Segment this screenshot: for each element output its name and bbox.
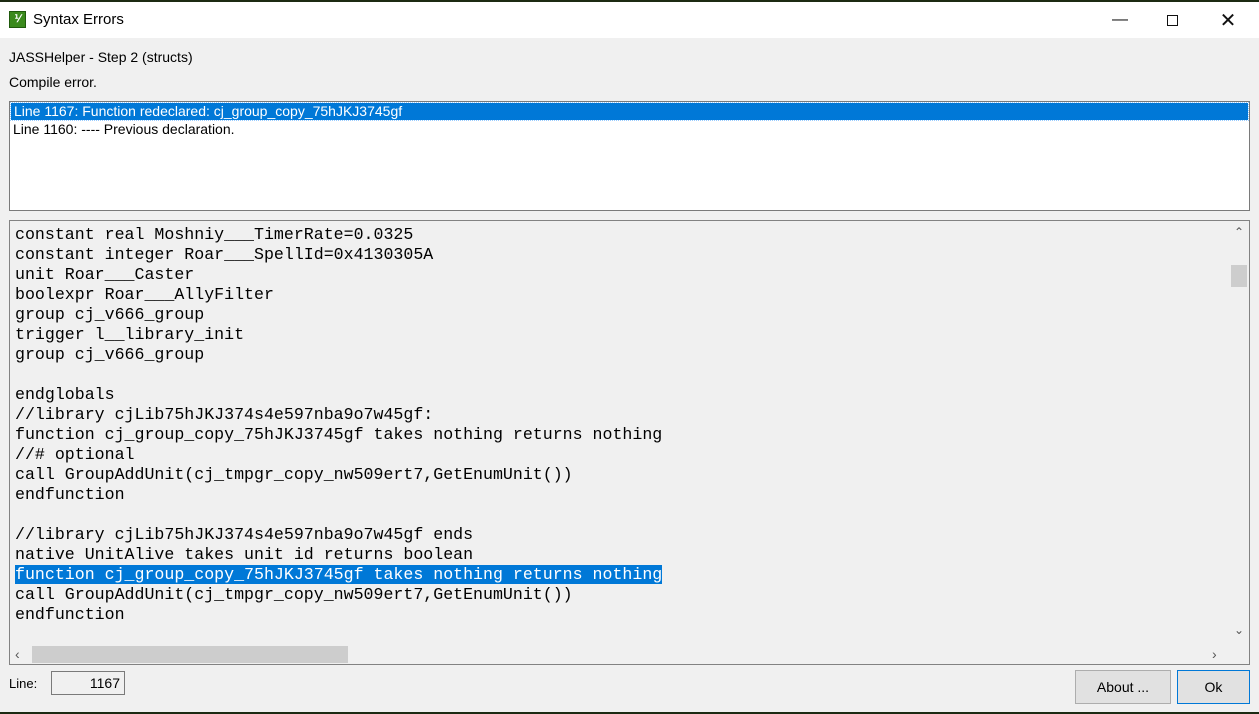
- code-line: native UnitAlive takes unit id returns b…: [15, 545, 662, 565]
- code-line: //library cjLib75hJKJ374s4e597nba9o7w45g…: [15, 525, 662, 545]
- scroll-left-icon[interactable]: ‹: [15, 646, 20, 662]
- code-line: call GroupAddUnit(cj_tmpgr_copy_nw509ert…: [15, 465, 662, 485]
- code-line: //library cjLib75hJKJ374s4e597nba9o7w45g…: [15, 405, 662, 425]
- about-button[interactable]: About ...: [1075, 670, 1171, 704]
- code-line: endglobals: [15, 385, 662, 405]
- code-text: unit Roar___Caster: [15, 265, 195, 284]
- code-line: boolexpr Roar___AllyFilter: [15, 285, 662, 305]
- code-view[interactable]: constant real Moshniy___TimerRate=0.0325…: [9, 220, 1250, 665]
- step-label: JASSHelper - Step 2 (structs): [9, 49, 193, 65]
- highlighted-code-text: function cj_group_copy_75hJKJ3745gf take…: [15, 565, 663, 584]
- error-item[interactable]: Line 1167: Function redeclared: cj_group…: [10, 102, 1249, 121]
- window-title: Syntax Errors: [33, 11, 124, 28]
- code-text: group cj_v666_group: [15, 305, 205, 324]
- jasshelper-app-icon: ⅟: [9, 11, 26, 28]
- scroll-down-icon[interactable]: ⌄: [1234, 623, 1244, 637]
- horizontal-scroll-thumb[interactable]: [32, 646, 348, 663]
- code-text: call GroupAddUnit(cj_tmpgr_copy_nw509ert…: [15, 465, 573, 484]
- code-line: endfunction: [15, 485, 662, 505]
- line-label: Line:: [9, 676, 38, 691]
- code-line: //# optional: [15, 445, 662, 465]
- code-text: //library cjLib75hJKJ374s4e597nba9o7w45g…: [15, 525, 474, 544]
- vertical-scrollbar[interactable]: ⌃ ⌄: [1229, 221, 1249, 643]
- code-lines: constant real Moshniy___TimerRate=0.0325…: [15, 225, 663, 625]
- code-text: endglobals: [15, 385, 115, 404]
- code-text: boolexpr Roar___AllyFilter: [15, 285, 274, 304]
- status-label: Compile error.: [9, 74, 97, 90]
- code-line: endfunction: [15, 605, 662, 625]
- code-line: constant integer Roar___SpellId=0x413030…: [15, 245, 662, 265]
- error-item[interactable]: Line 1160: ---- Previous declaration.: [10, 121, 1249, 138]
- minimize-icon[interactable]: —: [1097, 2, 1143, 38]
- close-icon[interactable]: ✕: [1205, 2, 1251, 38]
- code-text: native UnitAlive takes unit id returns b…: [15, 545, 474, 564]
- code-text: trigger l__library_init: [15, 325, 245, 344]
- maximize-icon[interactable]: [1149, 2, 1195, 38]
- code-text: constant real Moshniy___TimerRate=0.0325: [15, 225, 414, 244]
- ok-button[interactable]: Ok: [1177, 670, 1250, 704]
- code-text: function cj_group_copy_75hJKJ3745gf take…: [15, 425, 663, 444]
- code-line: group cj_v666_group: [15, 345, 662, 365]
- code-text: //# optional: [15, 445, 135, 464]
- code-text: endfunction: [15, 605, 125, 624]
- code-line: unit Roar___Caster: [15, 265, 662, 285]
- code-text: //library cjLib75hJKJ374s4e597nba9o7w45g…: [15, 405, 434, 424]
- horizontal-scrollbar[interactable]: ‹ ›: [10, 644, 1249, 664]
- code-line: function cj_group_copy_75hJKJ3745gf take…: [15, 425, 662, 445]
- scroll-up-icon[interactable]: ⌃: [1234, 225, 1244, 239]
- code-line: call GroupAddUnit(cj_tmpgr_copy_nw509ert…: [15, 585, 662, 605]
- code-text: group cj_v666_group: [15, 345, 205, 364]
- title-bar: ⅟ Syntax Errors — ✕: [0, 2, 1259, 38]
- vertical-scroll-thumb[interactable]: [1231, 265, 1247, 287]
- code-text: call GroupAddUnit(cj_tmpgr_copy_nw509ert…: [15, 585, 573, 604]
- code-text: endfunction: [15, 485, 125, 504]
- code-line: group cj_v666_group: [15, 305, 662, 325]
- code-text: constant integer Roar___SpellId=0x413030…: [15, 245, 434, 264]
- scroll-right-icon[interactable]: ›: [1212, 646, 1217, 662]
- syntax-errors-window: ⅟ Syntax Errors — ✕ JASSHelper - Step 2 …: [0, 2, 1259, 712]
- error-list[interactable]: Line 1167: Function redeclared: cj_group…: [9, 101, 1250, 211]
- code-line: constant real Moshniy___TimerRate=0.0325: [15, 225, 662, 245]
- line-number-field: 1167: [51, 671, 125, 695]
- code-line: function cj_group_copy_75hJKJ3745gf take…: [15, 565, 663, 585]
- code-line: trigger l__library_init: [15, 325, 662, 345]
